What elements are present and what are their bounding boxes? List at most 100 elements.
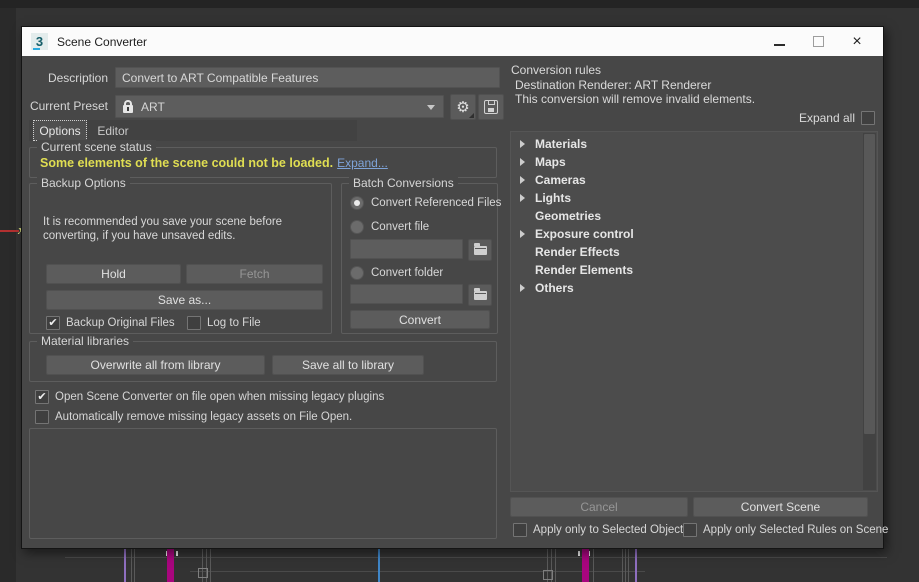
expand-arrow-icon[interactable] (520, 284, 525, 292)
checkbox[interactable]: ✔ (46, 316, 60, 330)
track-line (628, 549, 629, 582)
folder-icon (474, 291, 487, 300)
tree-item-cameras[interactable]: Cameras (511, 171, 877, 189)
radio-convert-file[interactable]: Convert file (350, 220, 429, 234)
overwrite-all-button[interactable]: Overwrite all from library (46, 355, 265, 375)
tree-scrollbar[interactable] (863, 133, 876, 490)
trackbar-hline (65, 557, 887, 558)
preset-dropdown[interactable]: ART (115, 95, 444, 118)
material-libraries-title: Material libraries (37, 334, 133, 348)
expand-arrow-icon[interactable] (520, 230, 525, 238)
material-libraries-group: Material libraries Overwrite all from li… (29, 341, 497, 382)
convert-button[interactable]: Convert (350, 310, 490, 329)
radio-convert-referenced-files[interactable]: Convert Referenced Files (350, 196, 501, 210)
checkbox[interactable]: ✔ (35, 410, 49, 424)
convert-folder-input[interactable] (350, 284, 463, 304)
radio-convert-folder[interactable]: Convert folder (350, 266, 443, 280)
cancel-button[interactable]: Cancel (510, 497, 688, 517)
tab-options[interactable]: Options (33, 120, 87, 141)
track-line-purple (635, 549, 637, 582)
radio-icon[interactable] (350, 196, 364, 210)
expand-arrow-icon[interactable] (520, 194, 525, 202)
track-keyframe-dot (543, 570, 553, 580)
chevron-down-icon (427, 105, 435, 110)
fetch-button[interactable]: Fetch (186, 264, 323, 284)
track-tick (176, 551, 178, 556)
save-as-button[interactable]: Save as... (46, 290, 323, 310)
batch-conversions-title: Batch Conversions (349, 176, 458, 190)
track-line (210, 549, 211, 582)
preset-value: ART (141, 100, 165, 114)
description-label: Description (26, 71, 108, 85)
track-line-purple (124, 549, 126, 582)
scene-status-title: Current scene status (37, 140, 156, 154)
window-controls: × (773, 36, 883, 48)
tree-item-render-effects[interactable]: Render Effects (511, 243, 877, 261)
scene-converter-window: 3 Scene Converter × Description Current … (21, 26, 884, 549)
browse-file-button[interactable] (468, 239, 492, 261)
log-to-file-checkbox[interactable]: ✔ Log to File (187, 316, 261, 330)
track-line (593, 549, 594, 582)
description-input[interactable] (115, 67, 500, 88)
track-curve-magenta (582, 549, 589, 582)
dialog-content: Description Current Preset ART ⚙ Options… (22, 56, 883, 548)
axis-gizmo-line (0, 230, 19, 232)
apply-selected-rules-checkbox[interactable]: ✔ Apply only Selected Rules on Scene (683, 523, 888, 537)
batch-conversions-group: Batch Conversions Convert Referenced Fil… (341, 183, 498, 334)
preset-settings-button[interactable]: ⚙ (450, 94, 476, 120)
close-button[interactable]: × (851, 36, 863, 48)
save-preset-button[interactable] (478, 94, 504, 120)
scrollbar-thumb[interactable] (864, 134, 875, 434)
check-icon: ✔ (37, 392, 46, 402)
destination-renderer-text: Destination Renderer: ART Renderer (515, 78, 711, 92)
conversion-rules-heading: Conversion rules (511, 63, 601, 77)
rules-tree-panel: Materials Maps Cameras Lights Geometries… (510, 131, 878, 492)
window-title: Scene Converter (57, 35, 147, 49)
tree-item-maps[interactable]: Maps (511, 153, 877, 171)
apply-selected-objects-checkbox[interactable]: ✔ Apply only to Selected Objects (513, 523, 689, 537)
open-scene-converter-checkbox[interactable]: ✔ Open Scene Converter on file open when… (35, 390, 384, 404)
checkbox[interactable]: ✔ (513, 523, 527, 537)
save-all-to-library-button[interactable]: Save all to library (272, 355, 424, 375)
checkbox[interactable]: ✔ (683, 523, 697, 537)
auto-remove-legacy-checkbox[interactable]: ✔ Automatically remove missing legacy as… (35, 410, 352, 424)
minimize-button[interactable] (773, 36, 785, 48)
radio-icon[interactable] (350, 220, 364, 234)
track-line (622, 549, 623, 582)
expand-arrow-icon[interactable] (520, 140, 525, 148)
expand-arrow-icon[interactable] (520, 176, 525, 184)
tree-item-render-elements[interactable]: Render Elements (511, 261, 877, 279)
checkbox[interactable]: ✔ (187, 316, 201, 330)
checkbox[interactable]: ✔ (35, 390, 49, 404)
expand-all-checkbox[interactable]: ✔ (861, 111, 875, 125)
maximize-icon (813, 36, 824, 47)
expand-all-control[interactable]: Expand all ✔ (799, 111, 875, 125)
tree-item-geometries[interactable]: Geometries (511, 207, 877, 225)
track-line (625, 549, 626, 582)
expand-link[interactable]: Expand... (337, 156, 388, 170)
browse-folder-button[interactable] (468, 284, 492, 306)
gear-icon: ⚙ (456, 100, 469, 115)
flyout-corner-icon (469, 113, 474, 118)
save-icon (484, 100, 498, 114)
track-line (134, 549, 135, 582)
tree-item-exposure-control[interactable]: Exposure control (511, 225, 877, 243)
expand-arrow-icon[interactable] (520, 158, 525, 166)
conversion-note-text: This conversion will remove invalid elem… (515, 92, 755, 106)
radio-icon[interactable] (350, 266, 364, 280)
tab-editor[interactable]: Editor (88, 120, 138, 141)
tree-item-others[interactable]: Others (511, 279, 877, 297)
track-line-blue (378, 549, 380, 582)
convert-scene-button[interactable]: Convert Scene (693, 497, 868, 517)
scene-status-group: Current scene status Some elements of th… (29, 147, 497, 178)
titlebar[interactable]: 3 Scene Converter × (22, 27, 883, 56)
scene-status-warning: Some elements of the scene could not be … (40, 156, 333, 170)
hold-button[interactable]: Hold (46, 264, 181, 284)
maximize-button[interactable] (812, 36, 824, 48)
tree-item-materials[interactable]: Materials (511, 135, 877, 153)
convert-file-input[interactable] (350, 239, 463, 259)
desktop-left-strip (0, 8, 16, 582)
minimize-icon (774, 44, 785, 46)
backup-original-files-checkbox[interactable]: ✔ Backup Original Files (46, 316, 175, 330)
tree-item-lights[interactable]: Lights (511, 189, 877, 207)
